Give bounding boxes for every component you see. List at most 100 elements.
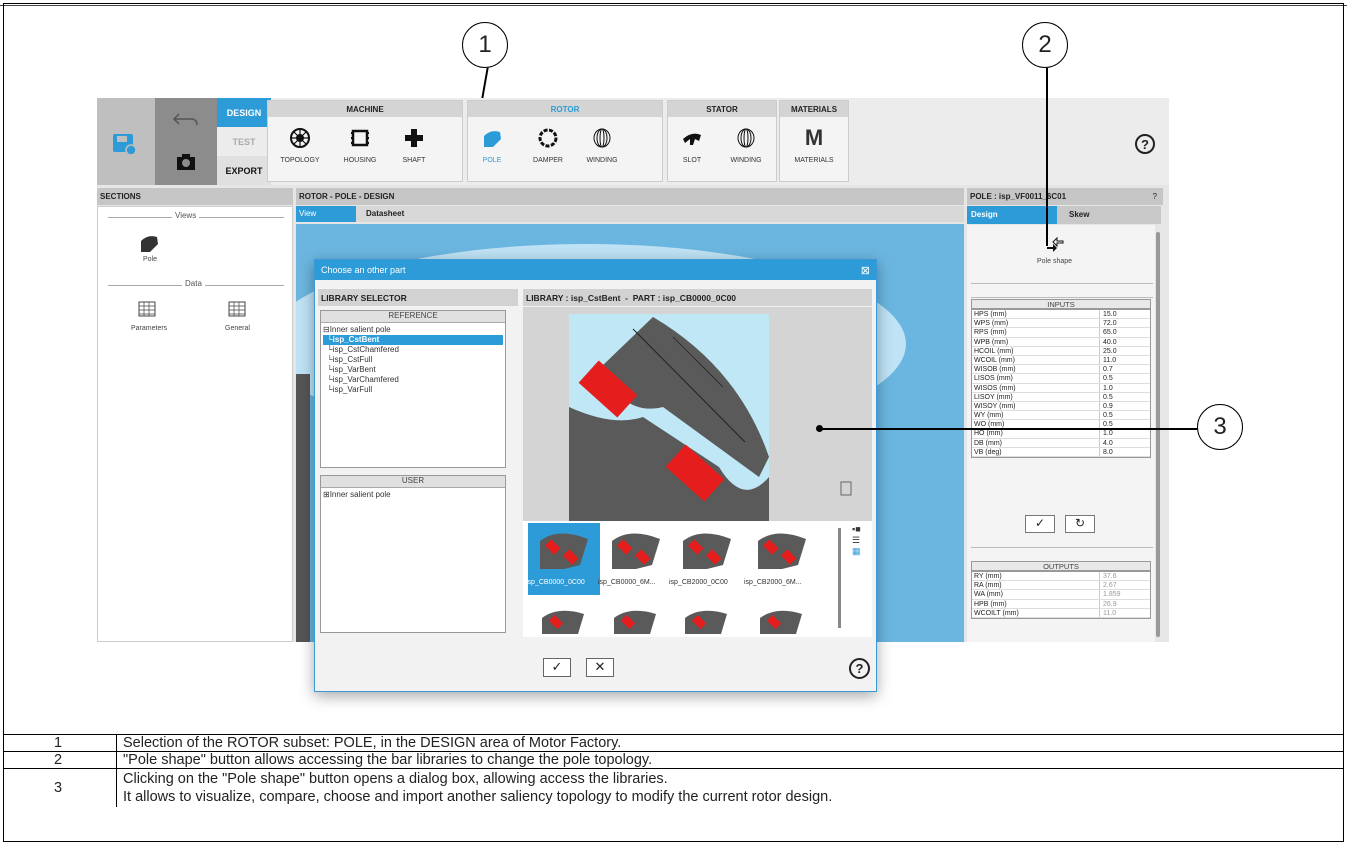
rotor-winding-button[interactable]: WINDING (580, 123, 624, 179)
dialog-title: Choose an other part (321, 265, 406, 275)
param-value[interactable]: 15.0 (1100, 310, 1117, 318)
param-value[interactable]: 0.7 (1100, 365, 1113, 373)
mode-design-button[interactable]: DESIGN (217, 98, 271, 127)
shaft-button[interactable]: SHAFT (392, 123, 436, 179)
param-value[interactable]: 4.0 (1100, 439, 1113, 447)
input-row[interactable]: WPB (mm) 40.0 (972, 337, 1150, 347)
undo-button[interactable] (155, 98, 217, 141)
part-thumbnail[interactable] (671, 604, 744, 634)
part-thumbnail-label: isp_CB2000_0C00 (669, 579, 728, 586)
topology-button[interactable]: TOPOLOGY (278, 123, 322, 179)
reference-item[interactable]: └isp_CstBent (323, 335, 503, 345)
dialog-help-button[interactable]: ? (849, 658, 870, 679)
pole-button[interactable]: POLE (470, 123, 514, 179)
help-button[interactable]: ? (1135, 134, 1155, 154)
user-tree-root[interactable]: ⊞Inner salient pole (323, 490, 503, 500)
param-value[interactable]: 2.67 (1100, 581, 1117, 589)
dialog-cancel-button[interactable]: ✕ (586, 658, 614, 677)
mode-test-button[interactable]: TEST (217, 127, 271, 156)
reference-item[interactable]: └isp_VarChamfered (323, 375, 503, 385)
slot-button[interactable]: SLOT (670, 123, 714, 179)
input-row[interactable]: HCOIL (mm) 25.0 (972, 346, 1150, 356)
reference-item[interactable]: └isp_VarFull (323, 385, 503, 395)
part-thumbnail[interactable] (746, 604, 819, 634)
tab-design[interactable]: Design (967, 206, 1057, 224)
param-value[interactable]: 8.0 (1100, 448, 1113, 456)
callout-1: 1 (462, 22, 508, 68)
output-row[interactable]: HPB (mm) 26.9 (972, 599, 1150, 609)
tree-root[interactable]: ⊟Inner salient pole (323, 325, 503, 335)
reference-item[interactable]: └isp_CstFull (323, 355, 503, 365)
param-value[interactable]: 37.6 (1100, 572, 1117, 580)
input-row[interactable]: LISOY (mm) 0.5 (972, 392, 1150, 402)
dialog-close-button[interactable]: ⊠ (861, 264, 870, 277)
views-label: Views (172, 211, 200, 220)
input-row[interactable]: HPS (mm) 15.0 (972, 310, 1150, 320)
thumb-scrollbar[interactable] (838, 528, 841, 628)
pole-view-icon[interactable] (138, 232, 160, 259)
part-thumbnail[interactable] (600, 604, 673, 634)
param-value[interactable]: 1.0 (1100, 384, 1113, 392)
param-value[interactable]: 11.0 (1100, 609, 1116, 617)
winding-icon (733, 125, 759, 151)
reference-item[interactable]: └isp_CstChamfered (323, 345, 503, 355)
input-row[interactable]: DB (mm) 4.0 (972, 438, 1150, 448)
input-row[interactable]: WISOB (mm) 0.7 (972, 365, 1150, 375)
damper-button[interactable]: DAMPER (526, 123, 570, 179)
param-value[interactable]: 0.5 (1100, 411, 1113, 419)
reset-button[interactable]: ↻ (1065, 515, 1095, 533)
param-value[interactable]: 11.0 (1100, 356, 1116, 364)
param-value[interactable]: 25.0 (1100, 347, 1117, 355)
rotor-winding-label: WINDING (586, 157, 618, 164)
input-row[interactable]: WISOY (mm) 0.9 (972, 401, 1150, 412)
tab-view[interactable]: View (296, 206, 356, 222)
save-icon (113, 134, 137, 156)
housing-button[interactable]: HOUSING (338, 123, 382, 179)
tab-skew[interactable]: Skew (1057, 206, 1161, 224)
machine-group: MACHINE TOPOLOGY HOUSING SHAFT (267, 100, 463, 182)
output-row[interactable]: RA (mm) 2.67 (972, 581, 1150, 591)
view-mode-icons[interactable]: ▪■ ☰ ▦ (852, 524, 861, 557)
right-help[interactable]: ? (1153, 192, 1157, 201)
dialog-titlebar: Choose an other part ⊠ (315, 260, 876, 280)
library-header: LIBRARY : isp_CstBent - PART : isp_CB000… (523, 289, 872, 306)
output-row[interactable]: WA (mm) 1.859 (972, 590, 1150, 600)
param-value[interactable]: 65.0 (1100, 328, 1117, 336)
save-button[interactable] (97, 98, 155, 185)
input-row[interactable]: WCOIL (mm) 11.0 (972, 355, 1150, 366)
stator-winding-button[interactable]: WINDING (724, 123, 768, 179)
param-value[interactable]: 40.0 (1100, 338, 1117, 346)
mode-export-button[interactable]: EXPORT (217, 156, 271, 185)
param-name: WISOS (mm) (972, 383, 1100, 392)
param-value[interactable]: 0.5 (1100, 374, 1113, 382)
parameters-icon[interactable] (138, 301, 156, 322)
param-value[interactable]: 0.5 (1100, 393, 1113, 401)
general-icon[interactable] (228, 301, 246, 322)
screenshot-button[interactable] (155, 141, 217, 185)
input-row[interactable]: HO (mm) 1.0 (972, 429, 1150, 439)
input-row[interactable]: WY (mm) 0.5 (972, 411, 1150, 421)
input-row[interactable]: LISOS (mm) 0.5 (972, 374, 1150, 384)
tab-strip (431, 206, 964, 222)
tab-datasheet[interactable]: Datasheet (356, 206, 431, 222)
param-value[interactable]: 72.0 (1100, 319, 1117, 327)
apply-button[interactable]: ✓ (1025, 515, 1055, 533)
pole-view-label: Pole (143, 256, 158, 263)
input-row[interactable]: WISOS (mm) 1.0 (972, 383, 1150, 393)
output-row[interactable]: RY (mm) 37.6 (972, 572, 1150, 582)
materials-button[interactable]: M MATERIALS (792, 123, 836, 179)
input-row[interactable]: VB (deg) 8.0 (972, 447, 1150, 457)
param-name: WISOB (mm) (972, 365, 1100, 374)
output-row[interactable]: WCOILT (mm) 11.0 (972, 608, 1150, 618)
param-name: WY (mm) (972, 411, 1100, 420)
param-value[interactable]: 1.859 (1100, 590, 1121, 598)
dialog-ok-button[interactable]: ✓ (543, 658, 571, 677)
param-value[interactable]: 26.9 (1100, 600, 1117, 608)
param-value[interactable]: 1.0 (1100, 429, 1113, 437)
input-row[interactable]: WPS (mm) 72.0 (972, 319, 1150, 329)
part-thumbnail[interactable] (528, 604, 601, 634)
param-value[interactable]: 0.9 (1100, 402, 1113, 410)
input-row[interactable]: RPS (mm) 65.0 (972, 328, 1150, 338)
right-scrollbar[interactable] (1156, 232, 1160, 637)
reference-item[interactable]: └isp_VarBent (323, 365, 503, 375)
